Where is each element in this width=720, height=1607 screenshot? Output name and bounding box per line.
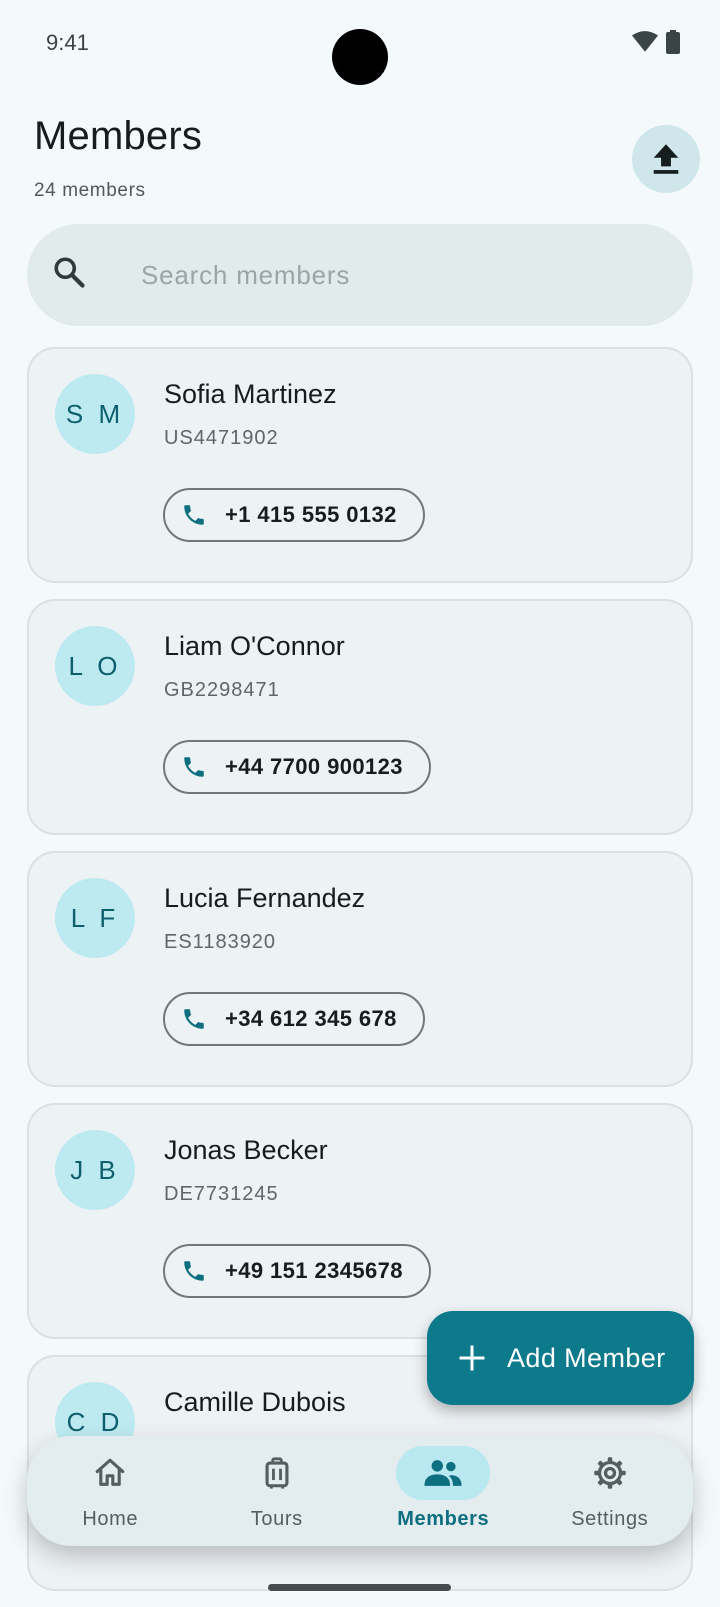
nav-label: Home	[82, 1508, 139, 1530]
nav-label: Tours	[250, 1508, 303, 1530]
member-id: DE7731245	[164, 1183, 279, 1205]
bottom-navigation: Home Tours Members Settings	[27, 1436, 693, 1546]
nav-pill	[396, 1446, 491, 1500]
phone-chip[interactable]: +1 415 555 0132	[163, 488, 425, 542]
status-icons	[632, 30, 680, 54]
member-card[interactable]: L F Lucia Fernandez ES1183920 +34 612 34…	[27, 851, 693, 1087]
phone-icon	[184, 505, 204, 525]
upload-icon	[653, 144, 679, 174]
member-count: 24 members	[34, 180, 146, 201]
member-id: US4471902	[164, 427, 279, 449]
gear-icon	[594, 1457, 626, 1489]
phone-number: +1 415 555 0132	[225, 502, 397, 527]
nav-pill	[563, 1446, 657, 1500]
nav-item-home[interactable]: Home	[35, 1436, 185, 1546]
plus-icon	[459, 1345, 485, 1371]
add-member-label: Add Member	[507, 1342, 666, 1373]
camera-cutout	[332, 29, 388, 85]
member-id: GB2298471	[164, 679, 280, 701]
phone-icon	[184, 1261, 204, 1281]
add-member-button[interactable]: Add Member	[427, 1311, 694, 1405]
group-icon	[424, 1460, 462, 1486]
page-title: Members	[34, 114, 203, 158]
phone-chip[interactable]: +49 151 2345678	[163, 1244, 431, 1298]
nav-label: Members	[397, 1508, 490, 1530]
upload-button[interactable]	[632, 125, 700, 193]
phone-icon	[184, 757, 204, 777]
home-indicator[interactable]	[268, 1584, 451, 1591]
search-bar[interactable]	[27, 224, 693, 326]
phone-number: +49 151 2345678	[225, 1258, 403, 1283]
avatar: L O	[55, 626, 135, 706]
member-name: Liam O'Connor	[164, 631, 345, 661]
phone-number: +44 7700 900123	[225, 754, 403, 779]
nav-item-settings[interactable]: Settings	[535, 1436, 685, 1546]
phone-icon	[184, 1009, 204, 1029]
search-icon	[54, 257, 85, 288]
nav-label: Settings	[571, 1508, 649, 1530]
member-card[interactable]: J B Jonas Becker DE7731245 +49 151 23456…	[27, 1103, 693, 1339]
member-name: Camille Dubois	[164, 1387, 346, 1417]
luggage-icon	[265, 1457, 289, 1489]
phone-number: +34 612 345 678	[225, 1006, 397, 1031]
wifi-icon	[632, 31, 658, 52]
member-card[interactable]: L O Liam O'Connor GB2298471 +44 7700 900…	[27, 599, 693, 835]
search-input[interactable]	[141, 252, 661, 298]
status-time: 9:41	[46, 30, 89, 55]
avatar: S M	[55, 374, 135, 454]
member-name: Jonas Becker	[164, 1135, 328, 1165]
nav-pill	[230, 1446, 324, 1500]
battery-icon	[666, 30, 680, 54]
phone-chip[interactable]: +34 612 345 678	[163, 992, 425, 1046]
nav-pill	[63, 1446, 157, 1500]
nav-item-tours[interactable]: Tours	[202, 1436, 352, 1546]
member-card[interactable]: S M Sofia Martinez US4471902 +1 415 555 …	[27, 347, 693, 583]
phone-chip[interactable]: +44 7700 900123	[163, 740, 431, 794]
members-screen: 9:41 Members 24 members S M Sofia Martin…	[0, 0, 720, 1607]
member-id: ES1183920	[164, 931, 277, 953]
member-name: Sofia Martinez	[164, 379, 337, 409]
avatar: L F	[55, 878, 135, 958]
nav-item-members[interactable]: Members	[368, 1436, 518, 1546]
home-icon	[95, 1458, 125, 1486]
member-name: Lucia Fernandez	[164, 883, 366, 913]
avatar: J B	[55, 1130, 135, 1210]
